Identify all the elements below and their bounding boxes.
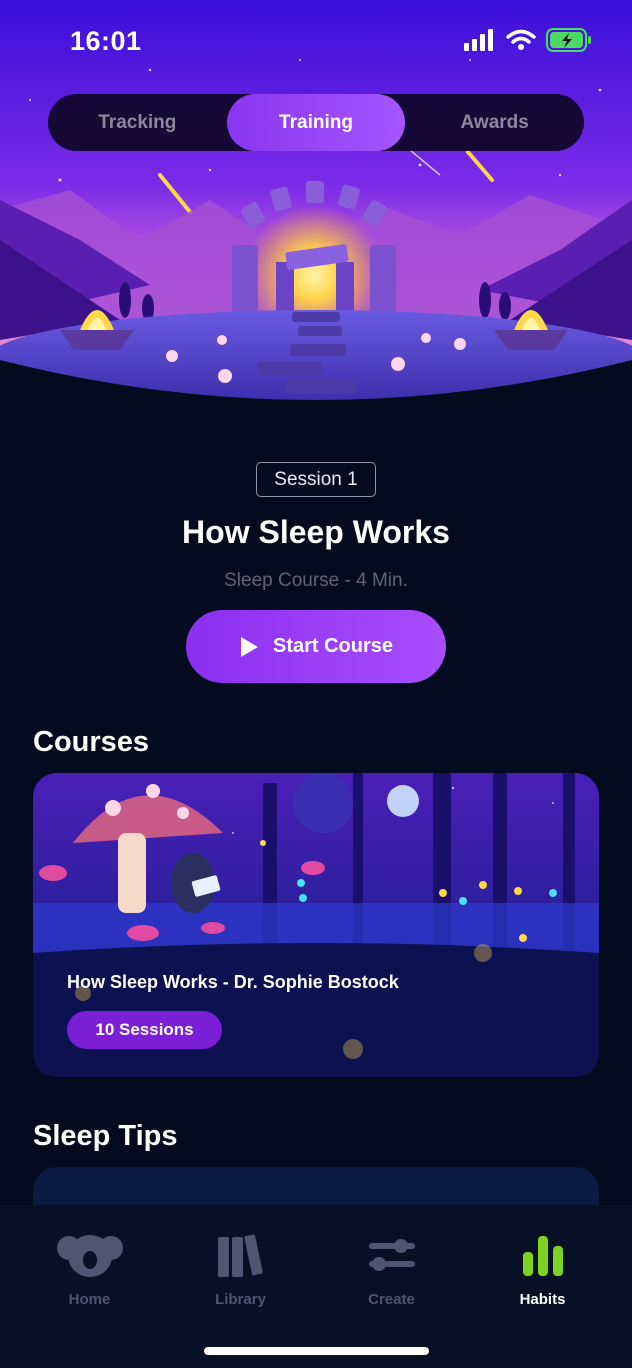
courses-heading: Courses	[33, 726, 150, 758]
training-segmented-control: Tracking Training Awards	[48, 94, 584, 151]
segment-awards[interactable]: Awards	[405, 94, 584, 151]
start-course-label: Start Course	[272, 635, 394, 657]
session-subtitle: Sleep Course - 4 Min.	[224, 570, 408, 591]
session-badge: Session 1	[256, 462, 376, 497]
tab-habits-label: Habits	[519, 1291, 566, 1308]
sliders-icon	[368, 1239, 415, 1271]
books-icon	[217, 1234, 263, 1277]
sessions-badge: 10 Sessions	[67, 1011, 222, 1049]
tab-create-label: Create	[368, 1291, 415, 1308]
tab-create[interactable]: Create	[316, 1205, 467, 1368]
start-course-button[interactable]: Start Course	[186, 610, 446, 683]
screen: 16:01 Tracking Training Awards Session 1…	[0, 0, 632, 1368]
koala-icon	[56, 1235, 123, 1277]
sleep-tips-heading: Sleep Tips	[33, 1120, 178, 1152]
tab-home-label: Home	[68, 1291, 111, 1308]
segment-training[interactable]: Training	[226, 94, 406, 151]
status-time: 16:01	[70, 26, 142, 56]
home-indicator	[204, 1347, 429, 1355]
tab-home[interactable]: Home	[14, 1205, 165, 1368]
course-title: How Sleep Works - Dr. Sophie Bostock	[67, 972, 399, 992]
signal-icon	[464, 29, 493, 51]
segment-tracking[interactable]: Tracking	[48, 94, 227, 151]
tab-habits[interactable]: Habits	[467, 1205, 618, 1368]
wifi-icon	[506, 29, 536, 50]
course-card[interactable]: How Sleep Works - Dr. Sophie Bostock 10 …	[33, 773, 599, 1077]
tab-library-label: Library	[215, 1291, 266, 1308]
status-bar: 16:01	[0, 0, 632, 86]
tab-library[interactable]: Library	[165, 1205, 316, 1368]
tab-bar: Home Library Create Habits	[0, 1205, 632, 1368]
status-icons	[464, 28, 592, 52]
play-icon	[240, 636, 258, 657]
bar-chart-icon	[522, 1236, 563, 1276]
battery-icon	[546, 28, 591, 52]
session-title: How Sleep Works	[182, 514, 450, 550]
